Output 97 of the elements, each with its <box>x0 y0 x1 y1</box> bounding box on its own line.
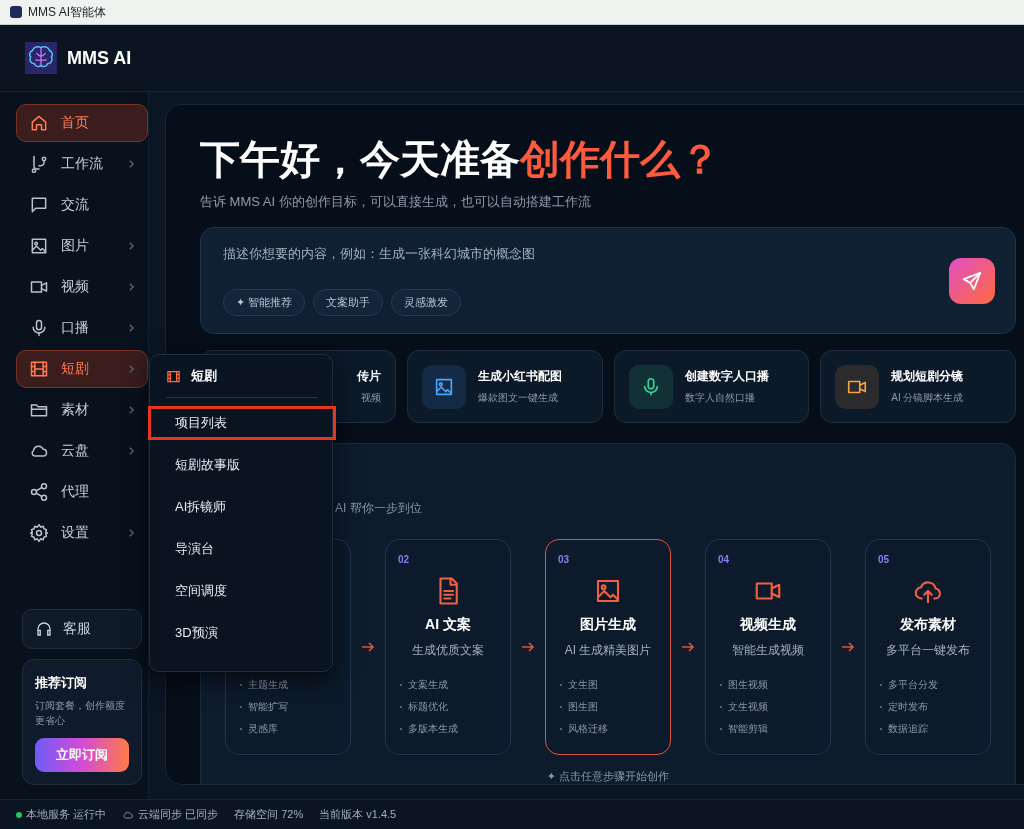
status-text: 当前版本 v1.4.5 <box>319 807 397 822</box>
step-feature: 智能剪辑 <box>728 722 768 736</box>
send-button[interactable] <box>949 257 995 304</box>
step-feature: 主题生成 <box>248 678 288 692</box>
app-icon <box>10 6 22 18</box>
chat-icon <box>29 195 49 215</box>
step-feature: 风格迁移 <box>568 722 608 736</box>
suggestion-chip[interactable]: ✦ 智能推荐 <box>223 288 306 316</box>
nav-item[interactable]: 设置 <box>16 514 148 552</box>
nav-item[interactable]: 口播 <box>16 309 148 347</box>
subscribe-button[interactable]: 立即订阅 <box>35 738 129 772</box>
nav-item[interactable]: 代理 <box>16 473 148 511</box>
step-subtitle: 智能生成视频 <box>732 642 804 658</box>
step-title: 发布素材 <box>900 616 956 634</box>
submenu-item[interactable]: 短剧故事版 <box>148 448 336 482</box>
brand-name: MMS AI <box>67 47 132 69</box>
image-icon <box>29 236 49 256</box>
suggestion-chip[interactable]: 灵感激发 <box>391 288 462 316</box>
submenu-title: 短剧 <box>191 367 217 385</box>
window-title: MMS AI智能体 <box>28 3 106 21</box>
step-title: AI 文案 <box>425 616 471 634</box>
arrow-icon <box>361 642 375 652</box>
submenu-item[interactable]: AI拆镜师 <box>148 490 336 524</box>
step-feature: 多版本生成 <box>408 722 458 736</box>
step-feature: 文生视频 <box>728 700 768 714</box>
status-text: 存储空间 72% <box>234 807 304 822</box>
customer-service-button[interactable]: 客服 <box>22 609 142 649</box>
nav-item[interactable]: 素材 <box>16 391 148 429</box>
workflow-step-card[interactable]: 04 视频生成 智能生成视频 图生视频 文生视频 智能剪辑 <box>705 539 831 755</box>
greeting-subtitle: 告诉 MMS AI 你的创作目标，可以直接生成，也可以自动搭建工作流 <box>200 193 592 211</box>
step-feature: 图生图 <box>568 700 598 714</box>
home-icon <box>29 113 49 133</box>
quick-action-subtitle: 数字人自然口播 <box>684 391 755 405</box>
headset-icon <box>35 620 53 638</box>
step-number: 03 <box>558 554 570 567</box>
prompt-input[interactable]: 描述你想要的内容，例如：生成一张科幻城市的概念图 <box>223 245 949 261</box>
nav-item[interactable]: 云盘 <box>16 432 148 470</box>
greeting-heading: 下午好，今天准备创作什么？ <box>200 136 721 183</box>
step-subtitle: 多平台一键发布 <box>886 642 970 658</box>
send-icon <box>961 269 983 292</box>
quick-action-title: 创建数字人口播 <box>684 368 769 385</box>
quick-action-title: 传片 <box>356 368 381 385</box>
nav-item[interactable]: 交流 <box>16 186 148 224</box>
microphone-icon <box>29 318 49 338</box>
step-subtitle: AI 生成精美图片 <box>564 642 652 658</box>
workflow-subtitle: AI 帮你一步到位 <box>334 500 423 517</box>
workflow-step-card[interactable]: 02 AI 文案 生成优质文案 文案生成 标题优化 多版本生成 <box>385 539 511 755</box>
status-text: 本地服务 运行中 <box>26 807 107 822</box>
submenu-item[interactable]: 导演台 <box>148 532 336 566</box>
workflow-step-card[interactable]: 05 发布素材 多平台一键发布 多平台分发 定时发布 数据追踪 <box>865 539 991 755</box>
nav-item[interactable]: 工作流 <box>16 145 148 183</box>
step-feature: 文案生成 <box>408 678 448 692</box>
brain-logo-icon <box>25 42 57 74</box>
step-feature: 数据追踪 <box>888 722 928 736</box>
step-feature: 图生视频 <box>728 678 768 692</box>
quick-action-title: 生成小红书配图 <box>477 368 562 385</box>
nav-item[interactable]: 首页 <box>16 104 148 142</box>
arrow-icon <box>521 642 535 652</box>
share-icon <box>29 482 49 502</box>
step-feature: 定时发布 <box>888 700 928 714</box>
arrow-icon <box>681 642 695 652</box>
quick-action-title: 规划短剧分镜 <box>891 368 964 385</box>
quick-action-card[interactable]: 生成小红书配图 爆款图文一键生成 <box>406 350 603 423</box>
step-feature: 文生图 <box>568 678 598 692</box>
submenu-item[interactable]: 项目列表 <box>148 406 336 440</box>
arrow-icon <box>841 642 855 652</box>
step-subtitle: 生成优质文案 <box>412 642 484 658</box>
quick-action-card[interactable]: 规划短剧分镜 AI 分镜脚本生成 <box>820 350 1016 423</box>
cloud-icon <box>122 808 135 821</box>
step-feature: 标题优化 <box>408 700 448 714</box>
step-feature: 智能扩写 <box>248 700 288 714</box>
quick-action-subtitle: 视频 <box>360 391 381 405</box>
quick-action-card[interactable]: 创建数字人口播 数字人自然口播 <box>613 350 810 423</box>
promo-text: 订阅套餐，创作额度更省心 <box>35 699 126 728</box>
branch-icon <box>29 154 49 174</box>
promo-title: 推荐订阅 <box>35 674 88 692</box>
step-feature: 灵感库 <box>248 722 278 736</box>
status-text: 云端同步 已同步 <box>138 807 219 822</box>
step-number: 04 <box>718 554 730 567</box>
step-title: 图片生成 <box>580 616 636 634</box>
step-title: 视频生成 <box>740 616 796 634</box>
nav-item[interactable]: 视频 <box>16 268 148 306</box>
nav-item[interactable]: 图片 <box>16 227 148 265</box>
step-number: 05 <box>878 554 890 567</box>
step-number: 02 <box>398 554 410 567</box>
nav-item[interactable]: 短剧 <box>16 350 148 388</box>
workflow-step-card[interactable]: 03 图片生成 AI 生成精美图片 文生图 图生图 风格迁移 <box>545 539 671 755</box>
submenu-item[interactable]: 空间调度 <box>148 574 336 608</box>
step-feature: 多平台分发 <box>888 678 938 692</box>
submenu-item[interactable]: 3D预演 <box>148 616 336 650</box>
quick-action-subtitle: 爆款图文一键生成 <box>477 391 558 405</box>
quick-action-subtitle: AI 分镜脚本生成 <box>891 391 964 405</box>
film-icon <box>29 359 49 379</box>
settings-icon <box>29 523 49 543</box>
workflow-hint: ✦ 点击任意步骤开始创作 <box>545 769 671 784</box>
suggestion-chip[interactable]: 文案助手 <box>313 288 384 316</box>
film-icon <box>166 368 181 384</box>
